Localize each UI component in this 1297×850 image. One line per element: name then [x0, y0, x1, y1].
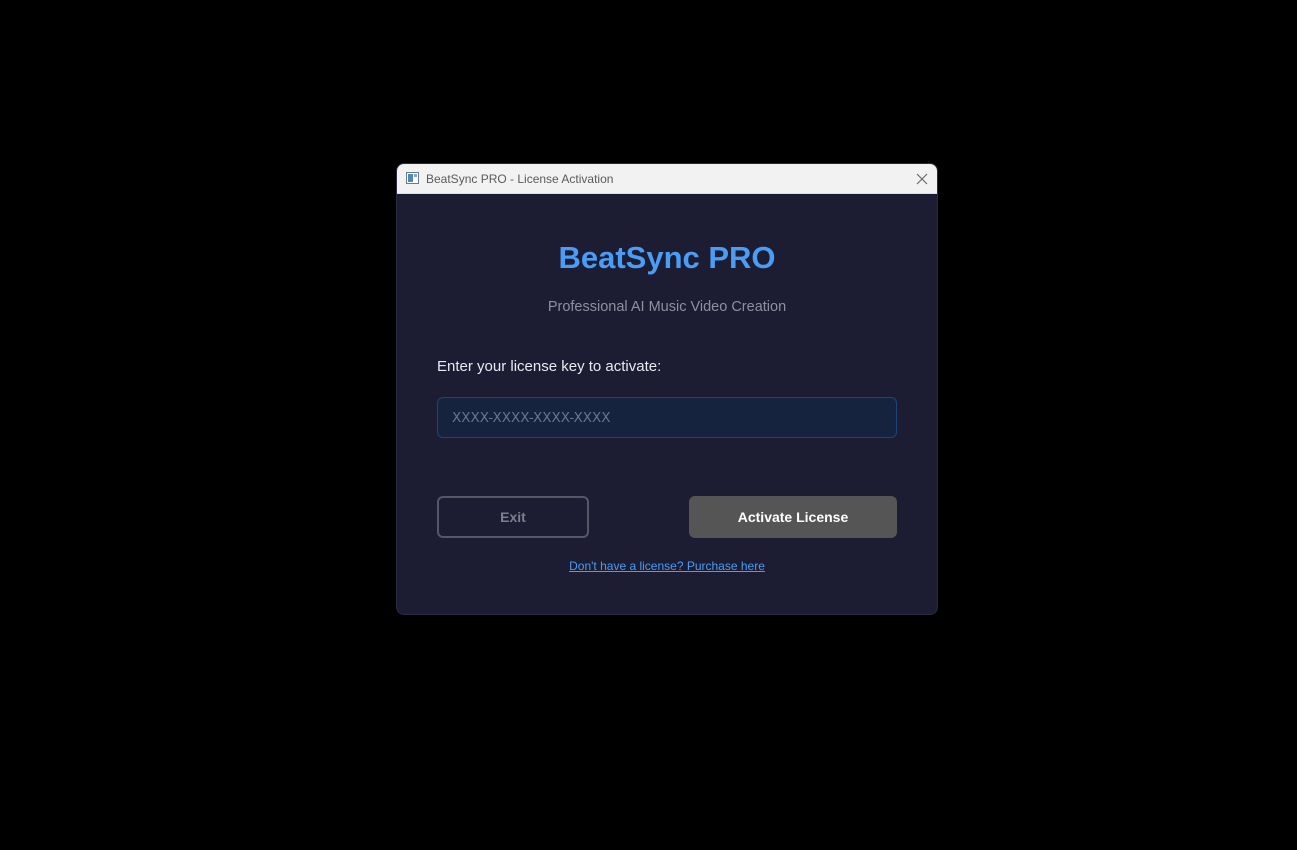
license-key-input[interactable] — [437, 397, 897, 438]
app-subtitle: Professional AI Music Video Creation — [547, 299, 787, 315]
dialog-content: BeatSync PRO Professional AI Music Video… — [397, 194, 937, 614]
activate-license-button[interactable]: Activate License — [689, 496, 897, 538]
app-window-icon — [406, 172, 419, 184]
purchase-link-container: Don't have a license? Purchase here — [397, 558, 937, 574]
close-button[interactable] — [907, 164, 937, 194]
app-title: BeatSync PRO — [558, 240, 776, 275]
license-activation-dialog: BeatSync PRO - License Activation BeatSy… — [397, 164, 937, 614]
close-icon — [916, 173, 928, 185]
desktop-background: BeatSync PRO - License Activation BeatSy… — [0, 0, 1297, 850]
exit-button[interactable]: Exit — [437, 496, 589, 538]
license-prompt-label: Enter your license key to activate: — [437, 358, 662, 375]
window-titlebar[interactable]: BeatSync PRO - License Activation — [397, 164, 937, 194]
window-title: BeatSync PRO - License Activation — [426, 172, 614, 186]
purchase-link[interactable]: Don't have a license? Purchase here — [569, 559, 765, 573]
